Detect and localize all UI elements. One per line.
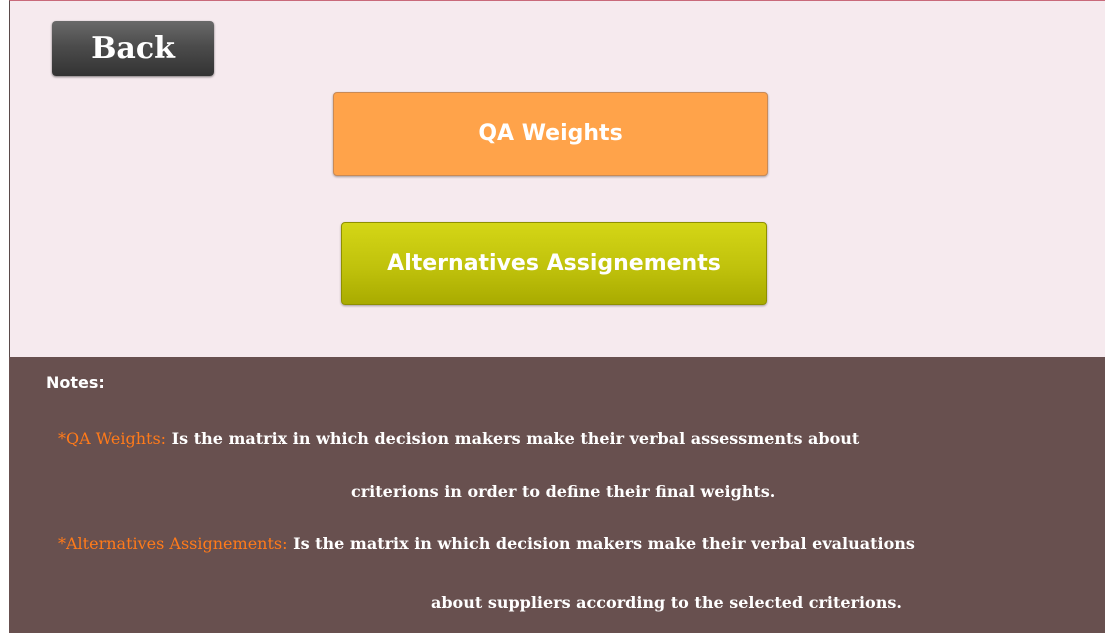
note-alternatives-text-1: Is the matrix in which decision makers m… xyxy=(293,534,915,553)
notes-title: Notes: xyxy=(46,373,105,392)
page: Back QA Weights Alternatives Assignement… xyxy=(0,0,1105,633)
qa-weights-button[interactable]: QA Weights xyxy=(333,92,768,176)
note-qa-weights-text-1: Is the matrix in which decision makers m… xyxy=(171,429,860,448)
note-qa-weights-line-1: *QA Weights: Is the matrix in which deci… xyxy=(58,429,859,448)
note-qa-weights-key: *QA Weights: xyxy=(58,429,167,448)
back-button[interactable]: Back xyxy=(52,21,214,76)
note-alternatives-line-2: about suppliers according to the selecte… xyxy=(431,593,902,612)
note-qa-weights-line-2: criterions in order to define their fina… xyxy=(351,482,776,501)
note-alternatives-key: *Alternatives Assignements: xyxy=(58,534,288,553)
notes-panel: Notes: *QA Weights: Is the matrix in whi… xyxy=(9,357,1105,633)
alternatives-assignements-button[interactable]: Alternatives Assignements xyxy=(341,222,767,305)
note-alternatives-line-1: *Alternatives Assignements: Is the matri… xyxy=(58,534,915,553)
